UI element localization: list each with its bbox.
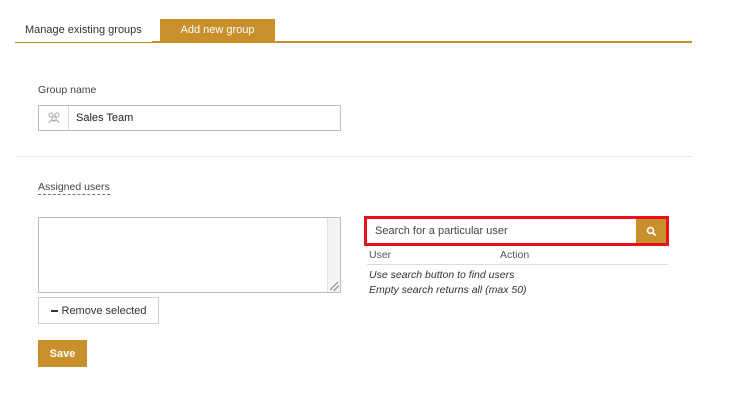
remove-selected-label: Remove selected — [61, 304, 147, 317]
empty-search-hint-text: Empty search returns all (max 50) — [369, 284, 527, 296]
user-column-header: User — [369, 249, 392, 261]
tab-bar: Manage existing groups Add new group — [15, 19, 692, 43]
assigned-users-label: Assigned users — [38, 181, 110, 195]
assigned-users-list[interactable] — [38, 217, 341, 293]
search-button[interactable] — [636, 219, 666, 243]
results-table-divider — [367, 264, 668, 265]
tab-add-new-group[interactable]: Add new group — [160, 19, 275, 42]
users-icon — [39, 106, 69, 130]
remove-selected-button[interactable]: Remove selected — [38, 297, 159, 324]
resize-grip-icon[interactable] — [330, 282, 339, 291]
assigned-users-scrollbar[interactable] — [327, 218, 340, 292]
section-divider — [15, 156, 692, 157]
group-name-input[interactable] — [76, 110, 326, 126]
tab-manage-existing-groups[interactable]: Manage existing groups — [15, 19, 152, 42]
search-user-input[interactable] — [367, 219, 635, 243]
group-name-label: Group name — [38, 84, 97, 96]
action-column-header: Action — [500, 249, 530, 261]
search-hint-text: Use search button to find users — [369, 269, 515, 281]
minus-icon — [50, 309, 58, 312]
save-button[interactable]: Save — [38, 340, 87, 367]
search-icon — [646, 226, 656, 236]
group-name-field[interactable] — [38, 105, 341, 131]
